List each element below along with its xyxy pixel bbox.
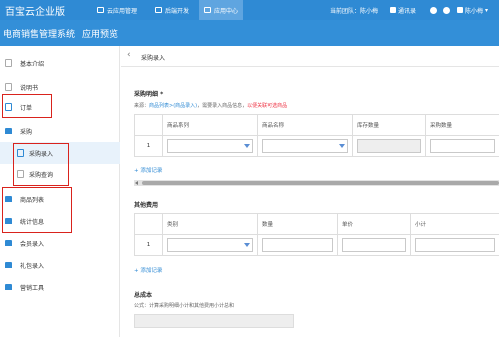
- folder-icon: [5, 128, 12, 134]
- horizontal-scrollbar[interactable]: [134, 180, 499, 186]
- hint-source-link[interactable]: 商品列表>(商品录入): [149, 103, 197, 109]
- sidebar-item-label: 会员录入: [20, 240, 45, 248]
- scroll-left-icon[interactable]: [135, 181, 138, 185]
- chevron-down-icon[interactable]: ▾: [485, 7, 488, 14]
- product-series-select[interactable]: [167, 139, 253, 153]
- column-header: 小计: [410, 213, 499, 235]
- tab-backend-dev[interactable]: 后端开发: [150, 0, 194, 20]
- table-row: 1: [134, 234, 499, 256]
- sidebar-item-label: 营销工具: [20, 284, 45, 292]
- help-icon[interactable]: [443, 6, 450, 14]
- subtotal-input[interactable]: [415, 238, 495, 252]
- cloud-icon: [97, 7, 104, 13]
- total-cost-field: [134, 314, 294, 328]
- code-icon: [155, 7, 162, 13]
- other-cost-table: 类别 数量 单价 小计 1: [134, 213, 499, 256]
- sidebar-item-intro[interactable]: 基本介绍: [0, 52, 120, 74]
- page-title: 采购录入: [141, 55, 166, 62]
- add-purchase-record-button[interactable]: + 添加记录: [134, 166, 162, 174]
- sidebar-item-gift-entry[interactable]: 礼包录入: [0, 254, 120, 276]
- row-number: 1: [134, 135, 163, 157]
- category-select[interactable]: [167, 238, 253, 252]
- folder-icon: [5, 284, 12, 290]
- tab-label: 云应用管理: [107, 7, 138, 15]
- sidebar-item-label: 礼包录入: [20, 262, 45, 270]
- product-name-select[interactable]: [262, 139, 348, 153]
- column-header: 商品名称: [257, 114, 353, 136]
- breadcrumb: ‹ 采购录入: [121, 46, 499, 67]
- column-header: 采购数量: [425, 114, 499, 136]
- column-header: 单价: [337, 213, 411, 235]
- app-preview-link[interactable]: 应用预览: [82, 27, 118, 40]
- sidebar-item-label: 说明书: [20, 84, 39, 92]
- system-header: 电商销售管理系统 应用预览: [0, 20, 499, 46]
- app-logo: 百宝云企业版: [5, 7, 65, 18]
- folder-icon: [5, 240, 12, 246]
- main-content: ‹ 采购录入 采购明细 * 来源：商品列表>(商品录入)，需要录入商品信息，以便…: [121, 46, 499, 337]
- purchase-detail-title: 采购明细 *: [134, 91, 164, 98]
- hint-warning: 以便关联可选商品: [247, 103, 288, 109]
- sidebar-item-label: 基本介绍: [20, 60, 45, 68]
- table-row: 1: [134, 135, 499, 157]
- tab-label: 应用中心: [214, 7, 239, 15]
- quantity-input[interactable]: [262, 238, 333, 252]
- unit-price-input[interactable]: [342, 238, 406, 252]
- contacts-icon: [390, 7, 396, 13]
- column-header: 商品系列: [162, 114, 258, 136]
- document-icon: [5, 83, 12, 91]
- team-label: 当前团队：: [330, 7, 361, 15]
- total-cost-title: 总成本: [134, 292, 153, 299]
- chevron-down-icon: [244, 144, 250, 148]
- user-avatar-icon: [457, 7, 463, 13]
- tab-cloud-app-management[interactable]: 云应用管理: [92, 0, 142, 20]
- system-name: 电商销售管理系统: [3, 30, 76, 40]
- document-icon: [5, 59, 12, 67]
- back-button[interactable]: ‹: [127, 50, 131, 60]
- annotation-box: [2, 94, 52, 118]
- column-header: [134, 213, 163, 235]
- bell-icon[interactable]: [430, 6, 437, 14]
- chevron-down-icon: [339, 144, 345, 148]
- column-header: 库存数量: [352, 114, 426, 136]
- hint-prefix: 来源：: [134, 103, 150, 109]
- annotation-box: [13, 143, 69, 186]
- sidebar-item-marketing[interactable]: 营销工具: [0, 276, 120, 298]
- annotation-box: [2, 187, 72, 233]
- contacts-link[interactable]: 通讯录: [398, 6, 416, 15]
- sidebar-item-label: 采购: [20, 128, 33, 136]
- column-header: 类别: [162, 213, 258, 235]
- tab-label: 后端开发: [165, 7, 190, 15]
- scrollbar-thumb[interactable]: [142, 181, 499, 185]
- folder-icon: [5, 262, 12, 268]
- top-bar: 百宝云企业版 云应用管理 后端开发 应用中心 当前团队： 陈小梅 通讯录 陈小梅…: [0, 0, 499, 20]
- monitor-icon: [204, 7, 211, 13]
- sidebar-item-member-entry[interactable]: 会员录入: [0, 232, 120, 254]
- column-header: [134, 114, 163, 136]
- purchase-detail-table: 商品系列 商品名称 库存数量 采购数量 1: [134, 114, 499, 157]
- sidebar-item-purchase[interactable]: 采购: [0, 120, 120, 142]
- row-number: 1: [134, 234, 163, 256]
- column-header: 数量: [257, 213, 338, 235]
- total-cost-formula: 公式：计算采购明细小计和其他费用小计总和: [134, 303, 235, 309]
- tab-app-center[interactable]: 应用中心: [199, 0, 244, 20]
- add-cost-record-button[interactable]: + 添加记录: [134, 266, 162, 274]
- chevron-down-icon: [244, 243, 250, 247]
- other-cost-title: 其他费用: [134, 202, 159, 209]
- sidebar: 基本介绍 说明书 订单 采购 采购录入 采购查询 商品列表 统计信息 会员录入 …: [0, 46, 120, 337]
- purchase-quantity-input[interactable]: [430, 139, 495, 153]
- stock-quantity-field: [357, 139, 421, 153]
- purchase-hint: 来源：商品列表>(商品录入)，需要录入商品信息，以便关联可选商品: [134, 102, 287, 109]
- team-name[interactable]: 陈小梅: [360, 6, 378, 15]
- hint-middle: ，需要录入商品信息，: [197, 103, 248, 109]
- user-menu[interactable]: 陈小梅: [465, 6, 483, 15]
